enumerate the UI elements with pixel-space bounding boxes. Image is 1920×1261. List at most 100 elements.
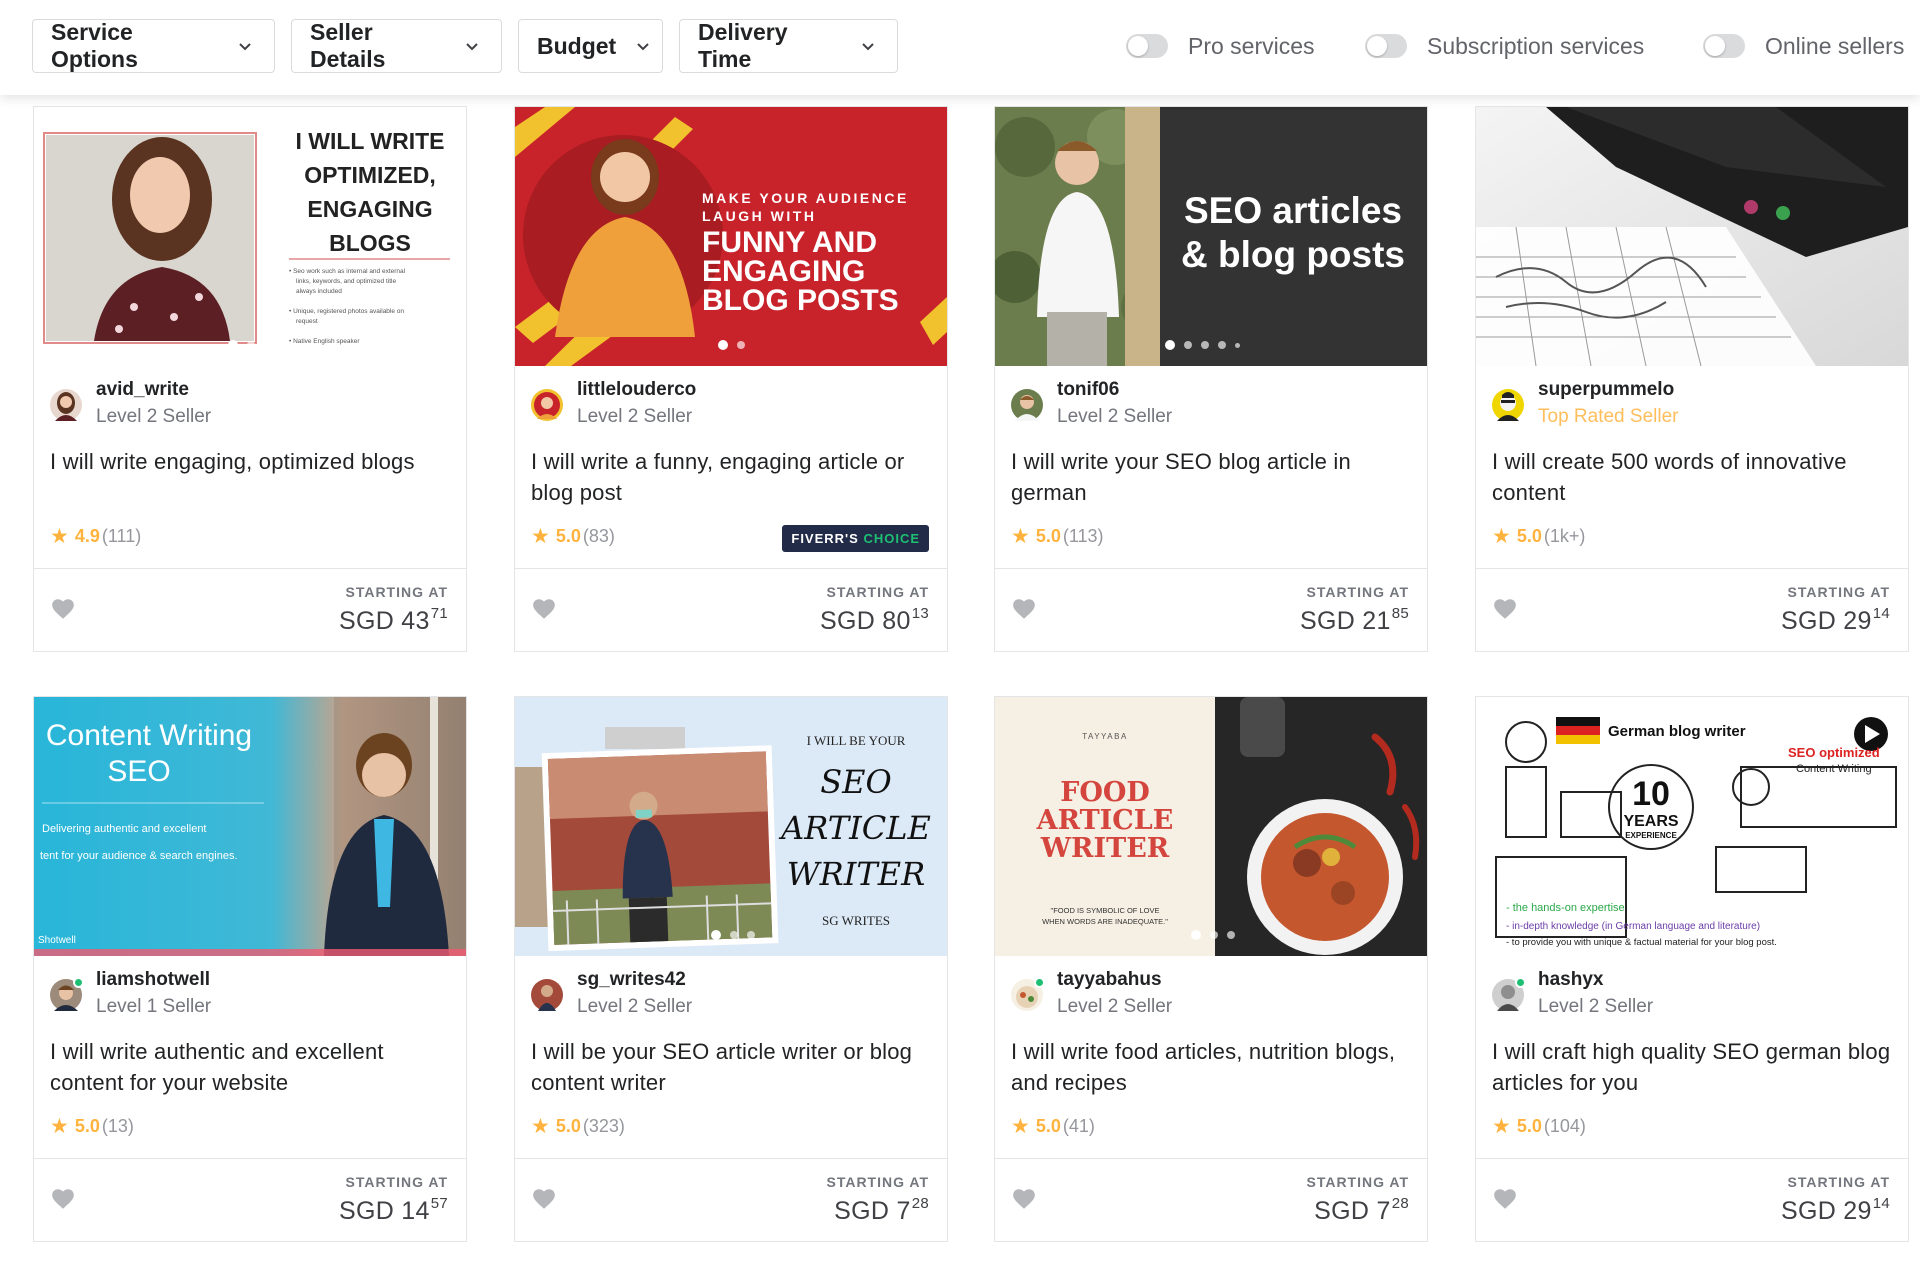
price-main: SGD 7 — [834, 1197, 911, 1225]
card-footer: STARTING AT SGD 2185 — [995, 568, 1427, 652]
avatar[interactable] — [50, 977, 84, 1011]
chevron-down-icon — [857, 35, 879, 57]
rating: ★ 4.9 (111) — [50, 524, 141, 549]
seller-details-dropdown[interactable]: Seller Details — [291, 19, 502, 73]
heart-icon[interactable] — [1492, 596, 1518, 622]
seller-name[interactable]: hashyx — [1538, 967, 1653, 993]
price-main: SGD 14 — [338, 1197, 430, 1225]
avatar[interactable] — [531, 979, 563, 1011]
carousel-dots[interactable] — [515, 340, 947, 350]
card-footer: STARTING AT SGD 728 — [515, 1158, 947, 1242]
heart-icon[interactable] — [1011, 596, 1037, 622]
online-sellers-label: Online sellers — [1765, 32, 1905, 59]
gig-thumbnail[interactable]: Content Writing SEO Delivering authentic… — [34, 697, 466, 956]
heart-icon[interactable] — [531, 596, 557, 622]
price[interactable]: SGD 2914 — [1781, 1195, 1890, 1226]
thumb-bullet: • Seo work such as internal and external — [289, 268, 406, 275]
gig-thumbnail[interactable]: SEO articles & blog posts — [995, 107, 1427, 366]
gig-thumbnail[interactable]: I WILL WRITE OPTIMIZED, ENGAGING BLOGS •… — [34, 107, 466, 366]
gig-card[interactable]: superpummelo Top Rated Seller I will cre… — [1475, 106, 1909, 652]
carousel-dots[interactable] — [711, 930, 947, 940]
card-footer: STARTING AT SGD 2914 — [1476, 1158, 1908, 1242]
price[interactable]: SGD 728 — [834, 1195, 929, 1226]
gig-thumbnail[interactable] — [1476, 107, 1908, 366]
rating: ★ 5.0 (113) — [1011, 524, 1104, 549]
seller-level: Level 2 Seller — [577, 406, 693, 427]
heart-icon[interactable] — [50, 596, 76, 622]
gig-title[interactable]: I will be your SEO article writer or blo… — [531, 1036, 931, 1098]
delivery-time-dropdown[interactable]: Delivery Time — [679, 19, 898, 73]
gig-title[interactable]: I will write a funny, engaging article o… — [531, 446, 931, 508]
price[interactable]: SGD 728 — [1314, 1195, 1409, 1226]
price[interactable]: SGD 4371 — [339, 605, 448, 636]
rating: ★ 5.0 (41) — [1011, 1114, 1095, 1139]
online-sellers-toggle[interactable]: Online sellers — [1703, 28, 1904, 64]
seller-name[interactable]: avid_write — [96, 377, 211, 403]
heart-icon[interactable] — [50, 1186, 76, 1212]
price[interactable]: SGD 2185 — [1300, 605, 1409, 636]
carousel-dots[interactable] — [1165, 340, 1427, 350]
carousel-dots[interactable] — [1191, 930, 1427, 940]
gig-thumbnail[interactable]: TAYYABA FOOD ARTICLE WRITER "FOOD IS SYM… — [995, 697, 1427, 956]
chevron-down-icon — [461, 35, 483, 57]
gig-title[interactable]: I will create 500 words of innovative co… — [1492, 446, 1892, 508]
carousel-dots[interactable] — [34, 340, 466, 350]
thumb-title: & blog posts — [1181, 234, 1405, 275]
budget-dropdown[interactable]: Budget — [518, 19, 663, 73]
thumb-small-text: I WILL BE YOUR — [807, 733, 906, 748]
thumb-bullet: - the hands-on expertise — [1506, 902, 1625, 914]
heart-icon[interactable] — [1492, 1186, 1518, 1212]
gig-thumbnail[interactable]: MAKE YOUR AUDIENCE LAUGH WITH FUNNY AND … — [515, 107, 947, 366]
seller-name[interactable]: littlelouderco — [577, 377, 696, 403]
toggle-switch[interactable] — [1365, 34, 1407, 58]
avatar[interactable] — [1011, 389, 1043, 421]
gig-card[interactable]: I WILL WRITE OPTIMIZED, ENGAGING BLOGS •… — [33, 106, 467, 652]
price-cents: 28 — [911, 1195, 929, 1212]
thumb-title: SEO articles — [1184, 190, 1402, 231]
thumb-years-label: YEARS — [1623, 813, 1678, 830]
price-main: SGD 80 — [819, 607, 911, 635]
gig-title[interactable]: I will write your SEO blog article in ge… — [1011, 446, 1411, 508]
gig-title[interactable]: I will write authentic and excellent con… — [50, 1036, 450, 1098]
seller-name[interactable]: liamshotwell — [96, 967, 211, 993]
price[interactable]: SGD 1457 — [338, 1195, 448, 1226]
gig-card[interactable]: German blog writer 10 YEARS EXPERIENCE S… — [1475, 696, 1909, 1242]
avatar[interactable] — [531, 389, 563, 421]
seller-name[interactable]: superpummelo — [1538, 377, 1678, 403]
badge-accent-text: CHOICE — [863, 531, 920, 546]
avatar[interactable] — [1492, 977, 1526, 1011]
toggle-switch[interactable] — [1703, 34, 1745, 58]
seller-name[interactable]: sg_writes42 — [577, 967, 692, 993]
gig-title[interactable]: I will write engaging, optimized blogs — [50, 446, 450, 477]
card-footer: STARTING AT SGD 1457 — [34, 1158, 466, 1242]
avatar[interactable] — [50, 389, 82, 421]
avatar[interactable] — [1011, 977, 1045, 1011]
heart-icon[interactable] — [1011, 1186, 1037, 1212]
price-cents: 85 — [1391, 605, 1409, 622]
pro-services-toggle[interactable]: Pro services — [1126, 28, 1315, 64]
seller-name[interactable]: tayyabahus — [1057, 967, 1172, 993]
star-icon: ★ — [531, 1115, 550, 1138]
seller-name[interactable]: tonif06 — [1057, 377, 1172, 403]
gig-title[interactable]: I will craft high quality SEO german blo… — [1492, 1036, 1892, 1098]
avatar[interactable] — [1492, 389, 1524, 421]
gig-thumbnail[interactable]: I WILL BE YOUR SEO ARTICLE WRITER SG WRI… — [515, 697, 947, 956]
gig-card[interactable]: SEO articles & blog posts tonif06 Level … — [994, 106, 1428, 652]
star-icon: ★ — [50, 1115, 69, 1138]
gig-thumbnail[interactable]: German blog writer 10 YEARS EXPERIENCE S… — [1476, 697, 1908, 956]
gig-card[interactable]: I WILL BE YOUR SEO ARTICLE WRITER SG WRI… — [514, 696, 948, 1242]
gig-card[interactable]: TAYYABA FOOD ARTICLE WRITER "FOOD IS SYM… — [994, 696, 1428, 1242]
toggle-switch[interactable] — [1126, 34, 1168, 58]
price[interactable]: SGD 8013 — [819, 605, 929, 636]
thumb-years-sub: EXPERIENCE — [1625, 831, 1677, 840]
gig-card[interactable]: MAKE YOUR AUDIENCE LAUGH WITH FUNNY AND … — [514, 106, 948, 652]
price-cents: 57 — [430, 1195, 448, 1212]
gig-card[interactable]: Content Writing SEO Delivering authentic… — [33, 696, 467, 1242]
gig-title[interactable]: I will write food articles, nutrition bl… — [1011, 1036, 1411, 1098]
subscription-services-toggle[interactable]: Subscription services — [1365, 28, 1644, 64]
price[interactable]: SGD 2914 — [1781, 605, 1890, 636]
service-options-dropdown[interactable]: Service Options — [32, 19, 275, 73]
thumb-title: ARTICLE — [1036, 805, 1174, 836]
heart-icon[interactable] — [531, 1186, 557, 1212]
seller-level: Level 1 Seller — [96, 996, 212, 1017]
